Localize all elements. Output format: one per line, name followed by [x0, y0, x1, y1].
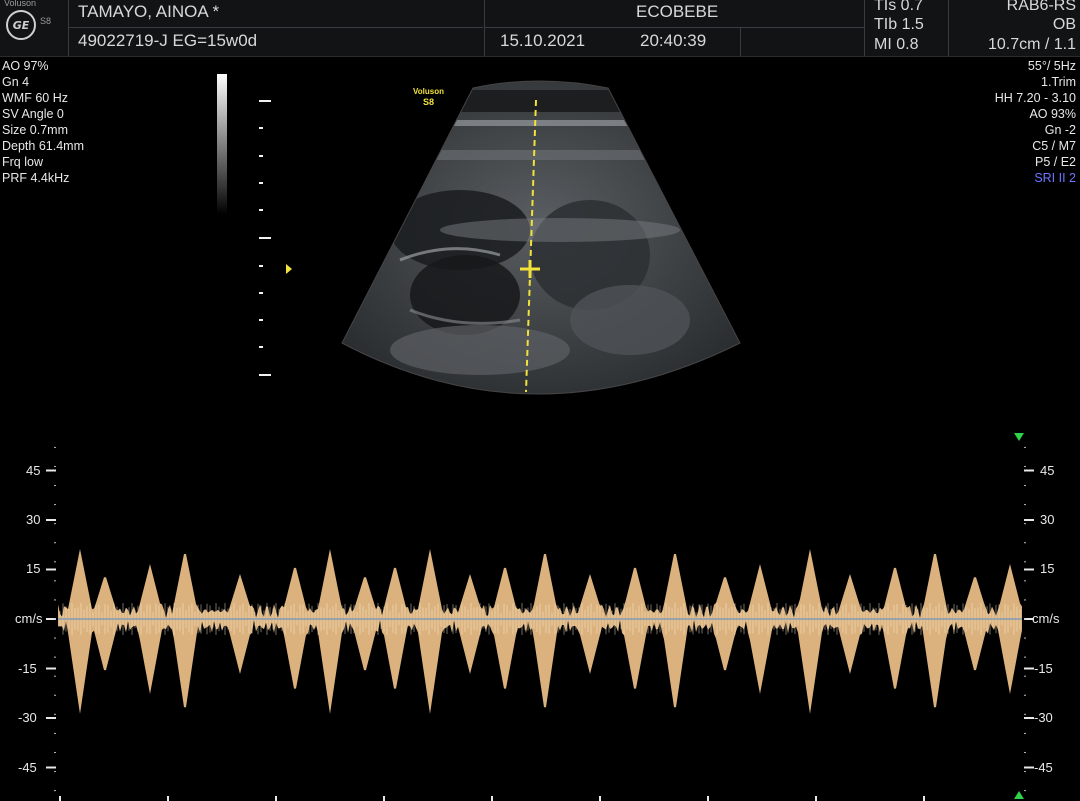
- doppler-spectrum-panel: [46, 433, 1034, 801]
- tick-label-right: 15: [1040, 561, 1055, 576]
- bottom-marker-icon: [1014, 791, 1024, 799]
- exam-time: 20:40:39: [640, 31, 707, 50]
- top-marker-icon: [1014, 433, 1024, 441]
- tib-value: TIb 1.5: [874, 16, 924, 33]
- param-depth: Depth 61.4mm: [2, 139, 84, 153]
- tick-label-right: -30: [1034, 710, 1053, 725]
- param-frequency: Frq low: [2, 155, 43, 169]
- param-gain: Gn 4: [2, 75, 30, 89]
- param-wmf: WMF 60 Hz: [2, 91, 68, 105]
- param-c-m: C5 / M7: [1032, 139, 1076, 153]
- param-sv-angle: SV Angle 0: [2, 107, 64, 121]
- param-size: Size 0.7mm: [2, 123, 68, 137]
- doppler-unit-right: cm/s: [1032, 611, 1060, 626]
- right-parameter-panel: 55°/ 5Hz 1.Trim HH 7.20 - 3.10 AO 93% Gn…: [995, 58, 1076, 186]
- patient-name: TAMAYO, AINOA *: [78, 2, 220, 21]
- tick-label-left: 30: [26, 512, 41, 527]
- tick-label-left: -30: [18, 710, 37, 725]
- tick-label-left: -15: [18, 661, 37, 676]
- doppler-spectrum-waveform: [58, 549, 1022, 714]
- institution-name: ECOBEBE: [636, 2, 719, 21]
- exam-date: 15.10.2021: [500, 31, 586, 50]
- param-harmonic: HH 7.20 - 3.10: [994, 91, 1076, 105]
- param-trimester: 1.Trim: [1041, 75, 1076, 89]
- tick-label-left: -45: [18, 760, 37, 775]
- tick-label-right: 45: [1040, 463, 1055, 478]
- param-angle-rate: 55°/ 5Hz: [1027, 59, 1076, 73]
- tick-label-left: 15: [26, 561, 41, 576]
- brand-small-label: Voluson: [4, 0, 37, 8]
- tick-label-right: -15: [1034, 661, 1053, 676]
- grayscale-bar: [217, 74, 227, 214]
- header-bar: GE Voluson S8 TAMAYO, AINOA * 49022719-J…: [0, 0, 1080, 57]
- param-sri: SRI II 2: [1034, 171, 1076, 185]
- patient-id-ga: 49022719-J EG=15w0d: [78, 31, 258, 50]
- param-ao-b: AO 93%: [1029, 107, 1076, 121]
- left-parameter-panel: AO 97% Gn 4 WMF 60 Hz SV Angle 0 Size 0.…: [2, 58, 84, 186]
- focus-marker-icon: [286, 264, 292, 274]
- ge-logo-icon: GE: [6, 10, 36, 40]
- tick-label-right: -45: [1034, 760, 1053, 775]
- param-ao: AO 97%: [2, 59, 49, 73]
- image-voluson-logo: Voluson S8: [413, 87, 444, 107]
- mi-value: MI 0.8: [874, 36, 919, 53]
- application-preset: OB: [1052, 16, 1076, 33]
- depth-frame-info: 10.7cm / 1.1: [987, 36, 1076, 53]
- param-gain-b: Gn -2: [1044, 123, 1076, 137]
- probe-name: RAB6-RS: [1006, 0, 1076, 14]
- tis-value: TIs 0.7: [874, 0, 923, 14]
- param-p-e: P5 / E2: [1035, 155, 1076, 169]
- tick-label-left: 45: [26, 463, 41, 478]
- tick-label-right: 30: [1040, 512, 1055, 527]
- model-small-label: S8: [40, 16, 52, 26]
- bmode-sector-image: [341, 80, 741, 395]
- doppler-unit-left: cm/s: [15, 611, 43, 626]
- param-prf: PRF 4.4kHz: [2, 171, 70, 185]
